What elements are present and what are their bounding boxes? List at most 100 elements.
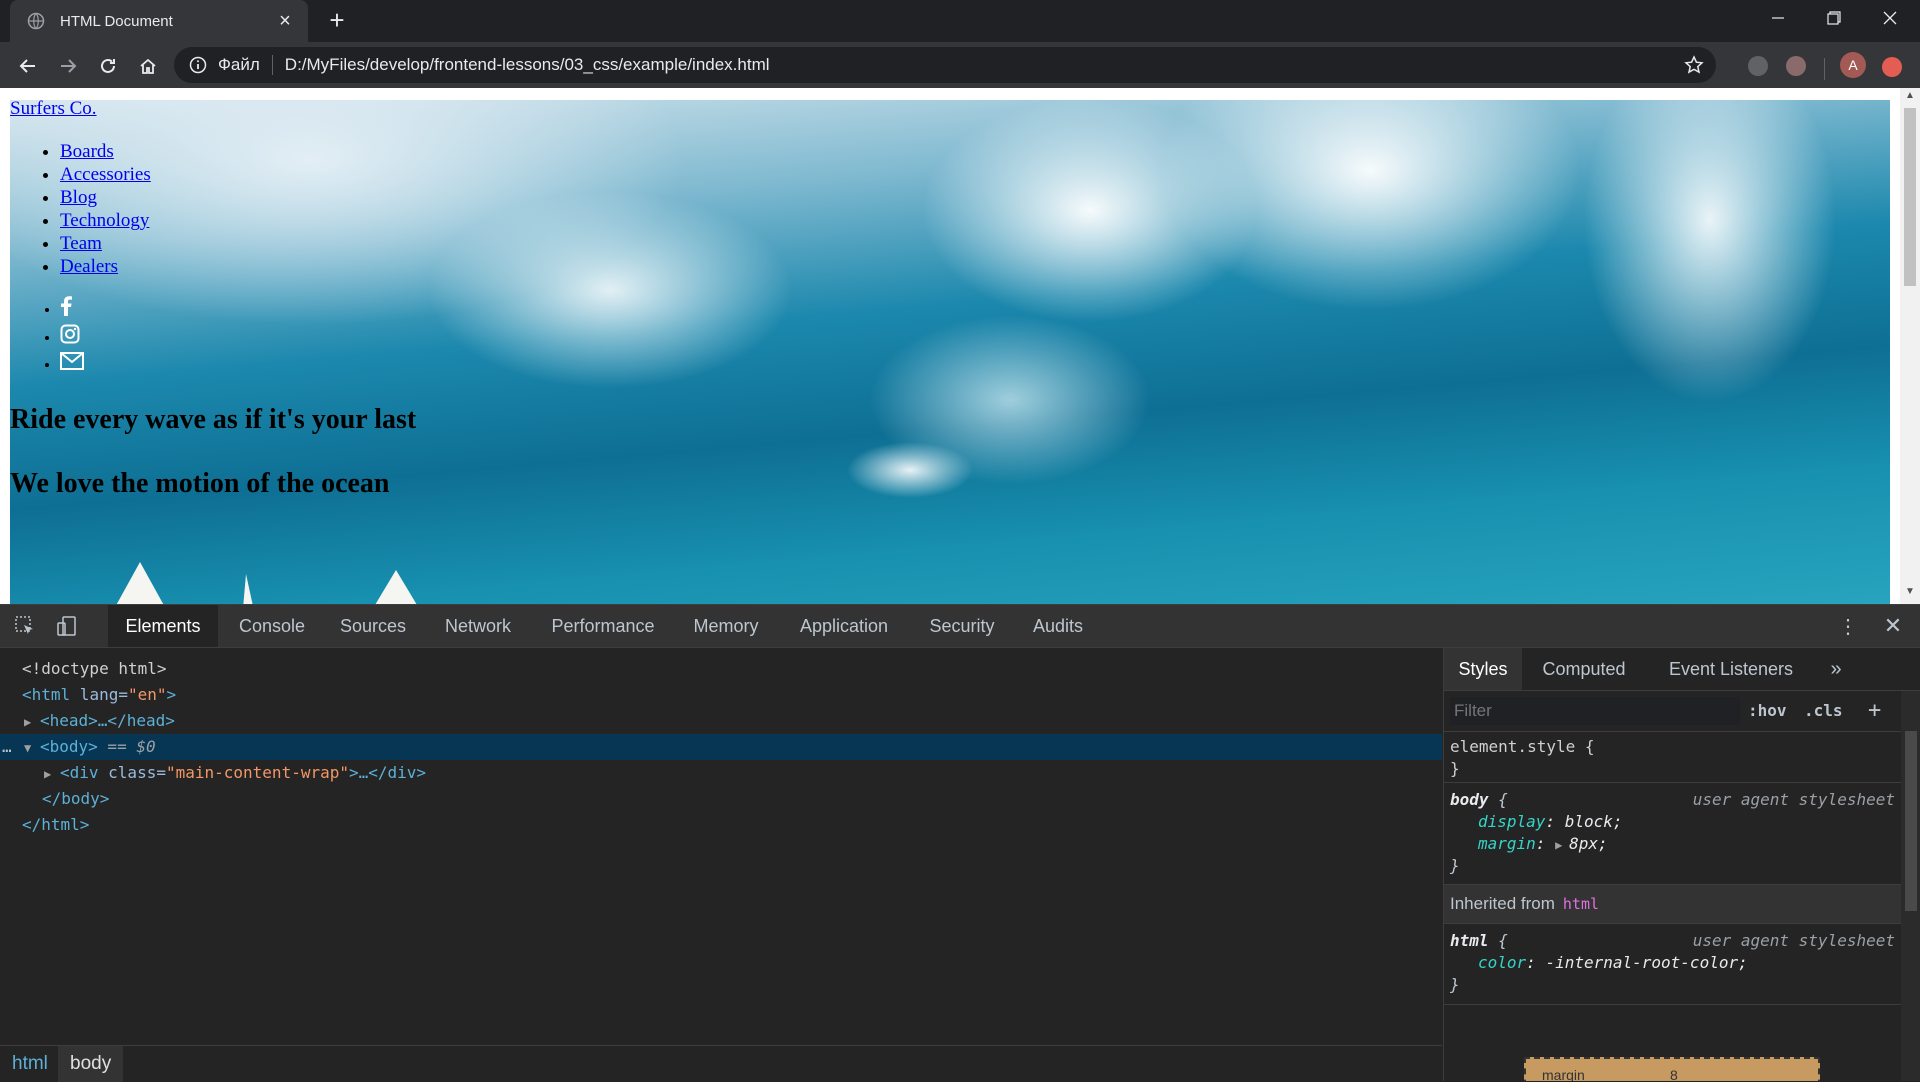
attr-name: class= xyxy=(98,763,166,782)
close-tab-icon[interactable]: × xyxy=(272,8,298,34)
scroll-up-arrow-icon[interactable]: ▲ xyxy=(1900,90,1920,106)
close-window-icon[interactable] xyxy=(1862,0,1918,36)
dom-node-div[interactable]: ▶ <div class="main-content-wrap">…</div> xyxy=(0,760,1442,786)
browser-tab[interactable]: HTML Document × xyxy=(10,0,308,42)
hov-toggle-button[interactable]: :hov xyxy=(1748,697,1787,725)
device-toolbar-icon[interactable] xyxy=(54,614,80,638)
head-tag: <head>…</head> xyxy=(40,711,175,730)
page-scrollbar[interactable]: ▲ ▼ xyxy=(1900,88,1920,604)
mail-icon[interactable] xyxy=(60,352,84,378)
breadcrumb-body[interactable]: body xyxy=(58,1046,124,1082)
div-tag: <div xyxy=(60,763,99,782)
extension-icon[interactable] xyxy=(1786,56,1806,76)
nav-item: Boards xyxy=(60,140,416,163)
collapse-triangle-icon[interactable]: ▼ xyxy=(24,735,40,761)
inherited-header: Inherited from html xyxy=(1444,885,1901,924)
extension-puzzle-icon[interactable] xyxy=(1748,56,1768,76)
tab-security[interactable]: Security xyxy=(914,605,1010,647)
nav-link-team[interactable]: Team xyxy=(60,233,102,254)
info-icon[interactable] xyxy=(188,55,208,75)
rule-selector[interactable]: element.style xyxy=(1450,737,1575,756)
expand-triangle-icon[interactable]: ▶ xyxy=(1555,834,1569,856)
facebook-icon[interactable] xyxy=(60,296,72,324)
dom-node-html[interactable]: <html lang="en"> xyxy=(0,682,1442,708)
nav-link-boards[interactable]: Boards xyxy=(60,141,114,162)
restore-window-icon[interactable] xyxy=(1806,0,1862,36)
prop-name[interactable]: color xyxy=(1478,953,1526,972)
box-model-label: margin xyxy=(1542,1067,1585,1081)
cls-toggle-button[interactable]: .cls xyxy=(1804,697,1843,725)
styles-scrollbar[interactable] xyxy=(1901,691,1920,1081)
logo-link[interactable]: Surfers Co. xyxy=(10,98,97,119)
html-tag-end: > xyxy=(166,685,177,704)
tab-sources[interactable]: Sources xyxy=(326,605,420,647)
extension-alert-icon[interactable] xyxy=(1882,57,1902,77)
html-close-tag: </html> xyxy=(22,815,90,834)
inspect-element-icon[interactable] xyxy=(12,614,38,638)
scrollbar-thumb[interactable] xyxy=(1905,731,1917,911)
dom-node-body-close[interactable]: </body> xyxy=(0,786,1442,812)
tab-performance[interactable]: Performance xyxy=(536,605,670,647)
profile-avatar[interactable]: A xyxy=(1840,52,1866,78)
more-dots[interactable]: … xyxy=(2,734,12,760)
styles-sidebar: Styles Computed Event Listeners » :hov .… xyxy=(1443,648,1920,1081)
styles-pane: element.style { } body { user agent styl… xyxy=(1444,732,1901,1081)
home-icon[interactable] xyxy=(132,50,164,82)
breadcrumb: html body xyxy=(0,1045,1442,1082)
more-tabs-chevron-icon[interactable]: » xyxy=(1824,648,1848,690)
new-style-rule-button[interactable]: + xyxy=(1868,697,1881,725)
dom-node-body[interactable]: … ▼ <body> == $0 xyxy=(0,734,1442,760)
dom-node-doctype[interactable]: <!doctype html> xyxy=(0,656,1442,682)
back-arrow-icon[interactable] xyxy=(12,50,44,82)
tab-event-listeners[interactable]: Event Listeners xyxy=(1646,648,1816,690)
expand-triangle-icon[interactable]: ▶ xyxy=(24,709,40,735)
styles-filter-input[interactable] xyxy=(1450,697,1740,725)
scrollbar-thumb[interactable] xyxy=(1904,108,1916,286)
box-model-value[interactable]: 8 xyxy=(1670,1067,1678,1081)
address-bar[interactable]: Файл D:/MyFiles/develop/frontend-lessons… xyxy=(174,47,1716,83)
minimize-window-icon[interactable] xyxy=(1750,0,1806,36)
nav-link-blog[interactable]: Blog xyxy=(60,187,97,208)
inherited-label: Inherited from xyxy=(1450,894,1555,913)
nav-item: Accessories xyxy=(60,163,416,186)
reload-icon[interactable] xyxy=(92,50,124,82)
prop-value[interactable]: -internal-root-color; xyxy=(1545,953,1747,972)
scroll-down-arrow-icon[interactable]: ▼ xyxy=(1900,586,1920,602)
rule-selector[interactable]: html xyxy=(1450,931,1489,950)
tab-elements[interactable]: Elements xyxy=(108,605,218,647)
dom-node-html-close[interactable]: </html> xyxy=(0,812,1442,838)
close-devtools-icon[interactable]: ✕ xyxy=(1880,613,1906,638)
tab-memory[interactable]: Memory xyxy=(678,605,774,647)
page-viewport: Surfers Co. Boards Accessories Blog Tech… xyxy=(0,88,1920,604)
tab-application[interactable]: Application xyxy=(782,605,906,647)
address-separator xyxy=(271,55,273,75)
url-text[interactable]: D:/MyFiles/develop/frontend-lessons/03_c… xyxy=(285,55,770,75)
instagram-icon[interactable] xyxy=(60,324,80,352)
scheme-label: Файл xyxy=(218,55,260,74)
forward-arrow-icon[interactable] xyxy=(52,50,84,82)
dom-node-head[interactable]: ▶ <head>…</head> xyxy=(0,708,1442,734)
browser-toolbar: Файл D:/MyFiles/develop/frontend-lessons… xyxy=(0,42,1920,88)
tab-audits[interactable]: Audits xyxy=(1018,605,1098,647)
nav-link-dealers[interactable]: Dealers xyxy=(60,256,118,277)
tab-computed[interactable]: Computed xyxy=(1530,648,1638,690)
box-model-margin[interactable]: margin 8 xyxy=(1524,1057,1820,1081)
bookmark-star-icon[interactable] xyxy=(1682,53,1706,77)
social-links xyxy=(10,296,416,378)
tab-console[interactable]: Console xyxy=(226,605,318,647)
prop-name[interactable]: display xyxy=(1478,812,1545,831)
tab-styles[interactable]: Styles xyxy=(1444,648,1522,690)
prop-value[interactable]: block; xyxy=(1565,812,1623,831)
more-vertical-icon[interactable]: ⋮ xyxy=(1838,614,1858,638)
expand-triangle-icon[interactable]: ▶ xyxy=(44,761,60,787)
nav-link-accessories[interactable]: Accessories xyxy=(60,164,151,185)
tab-network[interactable]: Network xyxy=(428,605,528,647)
new-tab-button[interactable]: + xyxy=(322,7,352,34)
nav-item: Blog xyxy=(60,186,416,209)
breadcrumb-html[interactable]: html xyxy=(0,1046,60,1082)
prop-name[interactable]: margin xyxy=(1478,834,1536,853)
rule-selector[interactable]: body xyxy=(1450,790,1489,809)
prop-value[interactable]: 8px; xyxy=(1569,834,1608,853)
nav-link-technology[interactable]: Technology xyxy=(60,210,149,231)
inherited-tag-link[interactable]: html xyxy=(1563,895,1599,913)
